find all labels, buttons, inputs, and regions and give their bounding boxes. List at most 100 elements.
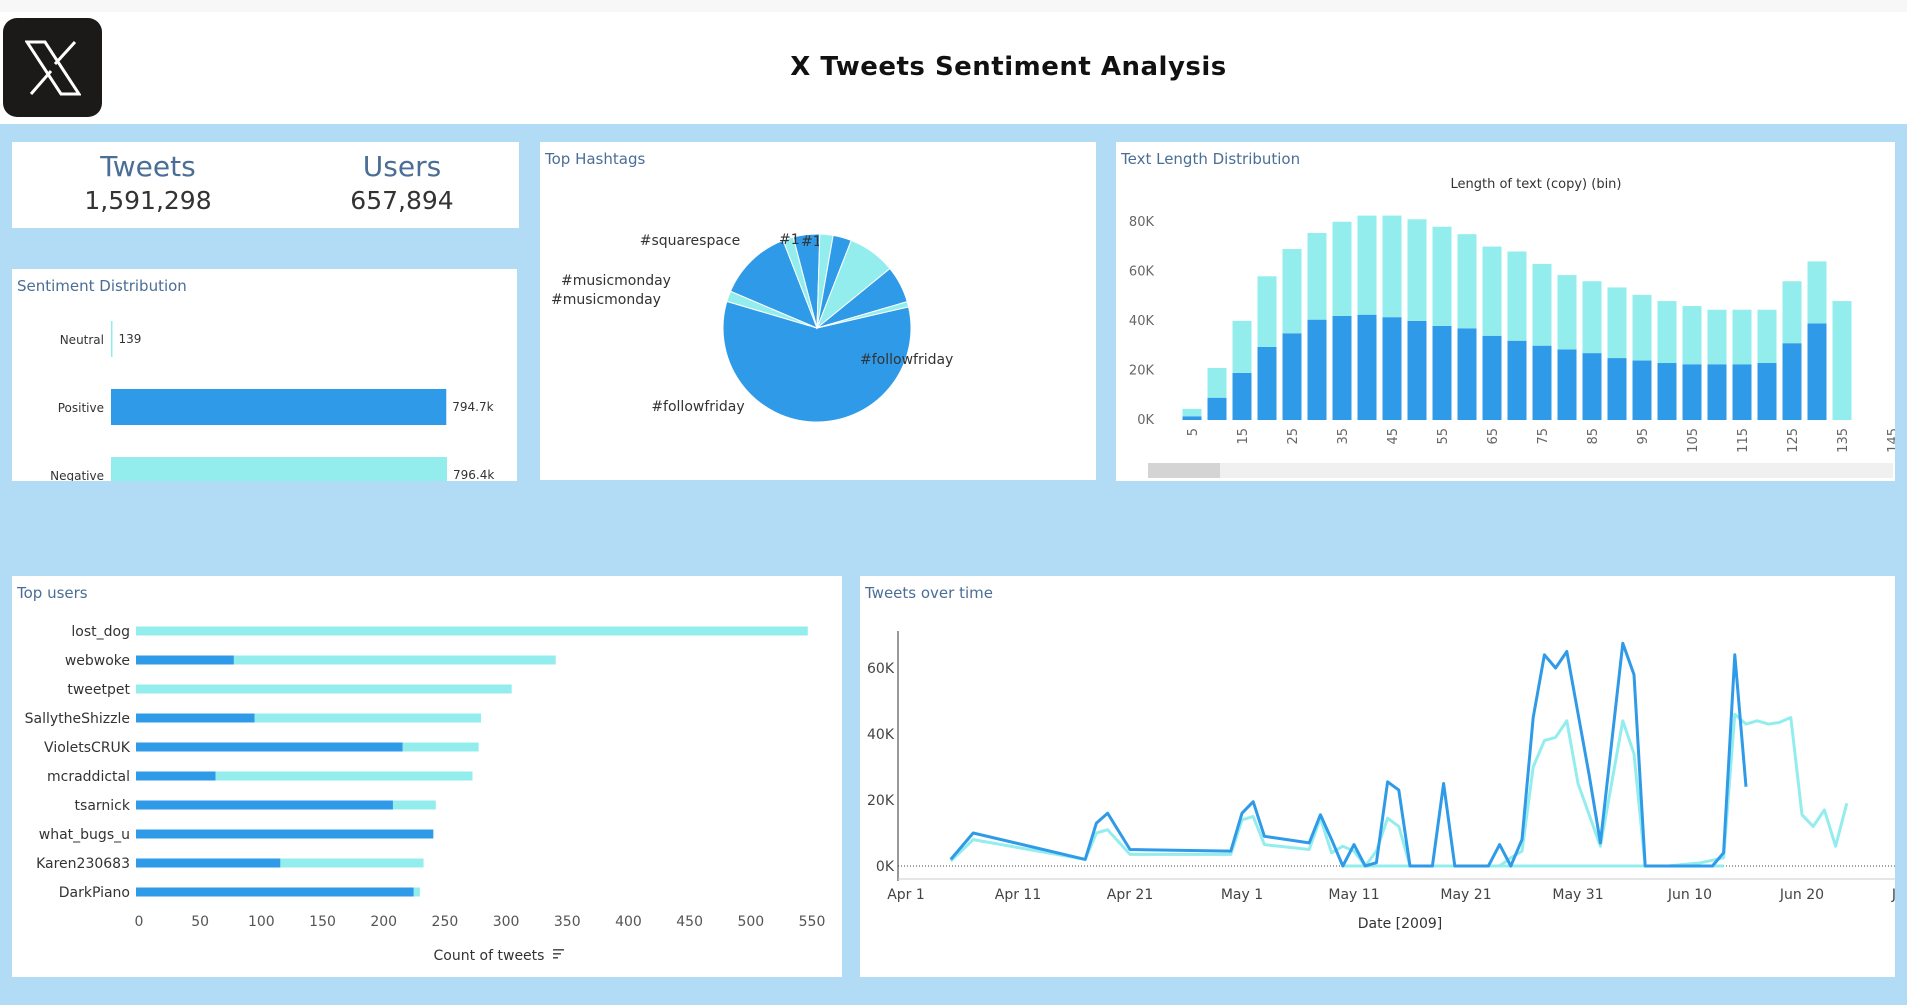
user-bar-dark xyxy=(136,829,434,839)
x-tick-label: 450 xyxy=(676,914,703,930)
sentiment-value-label: 796.4k xyxy=(453,468,494,481)
histogram-bar-dark xyxy=(1207,397,1227,420)
y-tick-label: 0K xyxy=(1137,413,1154,428)
x-axis-label: Count of tweets xyxy=(434,948,545,964)
user-bar-light xyxy=(280,858,424,868)
topusers-panel: Top users lost_dog webwoke tweetpet Sallyth… xyxy=(12,576,842,977)
user-bar-dark xyxy=(136,858,281,868)
x-tick-label: 100 xyxy=(248,914,275,930)
user-category-label: Karen230683 xyxy=(36,856,130,872)
histogram-bar-dark xyxy=(1457,328,1477,420)
y-tick-label: 80K xyxy=(1129,215,1155,230)
histogram-bar-light xyxy=(1307,232,1327,320)
x-tick-label: 35 xyxy=(1336,428,1351,445)
histogram-bar-dark xyxy=(1432,325,1452,420)
x-tick-label: 0 xyxy=(135,914,144,930)
histogram-scrollbar-thumb xyxy=(1148,463,1220,478)
histogram-bar-dark xyxy=(1532,345,1552,420)
x-tick-label: 75 xyxy=(1536,428,1551,445)
histogram-bar-light xyxy=(1832,301,1852,420)
histogram-bar-light xyxy=(1482,246,1502,336)
y-tick-label: 20K xyxy=(1129,363,1155,378)
sentiment-bar xyxy=(111,457,447,481)
user-bar-dark xyxy=(136,655,234,665)
sentiment-category-label: Positive xyxy=(58,401,104,415)
histogram-bar-light xyxy=(1632,294,1652,361)
histogram-bar-dark xyxy=(1682,364,1702,420)
x-axis-label: Date [2009] xyxy=(1358,916,1442,932)
x-tick-label: Jun 30 xyxy=(1891,887,1895,903)
users-value: 657,894 xyxy=(350,186,454,215)
histogram-bar-dark xyxy=(1357,314,1377,420)
header: X Tweets Sentiment Analysis xyxy=(0,12,1907,124)
user-bar-dark xyxy=(136,887,414,897)
histogram-bar-light xyxy=(1707,309,1727,365)
x-tick-label: 85 xyxy=(1586,428,1601,445)
sentiment-value-label: 139 xyxy=(119,332,142,346)
user-category-label: lost_dog xyxy=(71,624,130,640)
histogram-bar-light xyxy=(1332,221,1352,316)
x-tick-label: May 21 xyxy=(1440,887,1491,903)
histogram-bar-light xyxy=(1357,215,1377,315)
sentiment-category-label: Negative xyxy=(50,469,104,481)
histogram-bar-dark xyxy=(1507,340,1527,420)
histogram-bar-dark xyxy=(1782,343,1802,420)
histogram-bar-dark xyxy=(1607,358,1627,420)
x-tick-label: Apr 11 xyxy=(995,887,1041,903)
histogram-bar-dark xyxy=(1257,346,1277,420)
user-bar-light xyxy=(215,771,473,781)
x-tick-label: May 11 xyxy=(1328,887,1379,903)
user-bar-dark xyxy=(136,800,393,810)
x-tick-label: 500 xyxy=(737,914,764,930)
sentiment-bar xyxy=(111,389,447,425)
user-category-label: tweetpet xyxy=(67,682,130,698)
histogram-bar-light xyxy=(1382,215,1402,318)
histogram-bar-light xyxy=(1532,263,1552,346)
x-tick-label: 5 xyxy=(1186,428,1201,436)
histogram-scrollbar-track xyxy=(1148,463,1893,478)
textlen-panel: Text Length Distribution Length of text … xyxy=(1116,142,1895,481)
histogram-bar-light xyxy=(1757,309,1777,364)
tweets-value: 1,591,298 xyxy=(84,186,212,215)
y-tick-label: 60K xyxy=(1129,264,1155,279)
histogram-bar-dark xyxy=(1807,323,1827,420)
user-category-label: mcraddictal xyxy=(47,769,130,785)
top-strip xyxy=(0,0,1907,12)
histogram-bar-dark xyxy=(1732,364,1752,420)
x-tick-label: 65 xyxy=(1486,428,1501,445)
histogram-bar-light xyxy=(1782,281,1802,344)
pie-slice-label: #1 xyxy=(779,232,800,248)
histogram-bar-dark xyxy=(1657,363,1677,420)
user-category-label: VioletsCRUK xyxy=(44,740,131,756)
x-tick-label: Jun 20 xyxy=(1779,887,1824,903)
pie-slice-label: #musicmonday xyxy=(551,292,661,308)
x-tick-label: Apr 1 xyxy=(887,887,925,903)
users-label: Users xyxy=(362,150,442,183)
user-bar-light xyxy=(254,713,482,723)
x-tick-label: 115 xyxy=(1736,428,1751,453)
y-tick-label: 20K xyxy=(867,793,895,809)
hashtags-panel: Top Hashtags #followfriday #followfriday #… xyxy=(540,142,1096,480)
histogram-bar-dark xyxy=(1182,416,1202,420)
tweetstime-line-chart: 0K 20K 40K 60K Apr 1 Apr 11 Apr 21 May 1 May 11 M… xyxy=(867,631,1895,932)
user-category-label: webwoke xyxy=(65,653,130,669)
histogram-bar-dark xyxy=(1382,317,1402,420)
sentiment-category-label: Neutral xyxy=(60,333,104,347)
x-tick-label: 105 xyxy=(1686,428,1701,453)
pie-slice-label: #followfriday xyxy=(651,399,744,415)
kpi-panel: Tweets 1,591,298 Users 657,894 xyxy=(12,142,519,228)
y-tick-label: 0K xyxy=(876,859,895,875)
user-bar-light xyxy=(413,887,420,897)
user-category-label: SallytheShizzle xyxy=(25,711,130,727)
histogram-bar-dark xyxy=(1232,372,1252,420)
y-tick-label: 40K xyxy=(1129,314,1155,329)
x-tick-label: 15 xyxy=(1236,428,1251,445)
histogram-bar-light xyxy=(1432,226,1452,326)
pie-slice-label: #followfriday xyxy=(860,352,953,368)
x-tick-label: 150 xyxy=(309,914,336,930)
histogram-bar-light xyxy=(1807,261,1827,324)
user-bar-dark xyxy=(136,771,216,781)
hashtags-pie-chart: #followfriday#followfriday#ff#ff#1#1#squ… xyxy=(551,232,953,423)
user-bar-light xyxy=(402,742,479,752)
topusers-chart: lost_dogwebwoke tweetpet SallytheShizzle Vi… xyxy=(25,624,826,964)
